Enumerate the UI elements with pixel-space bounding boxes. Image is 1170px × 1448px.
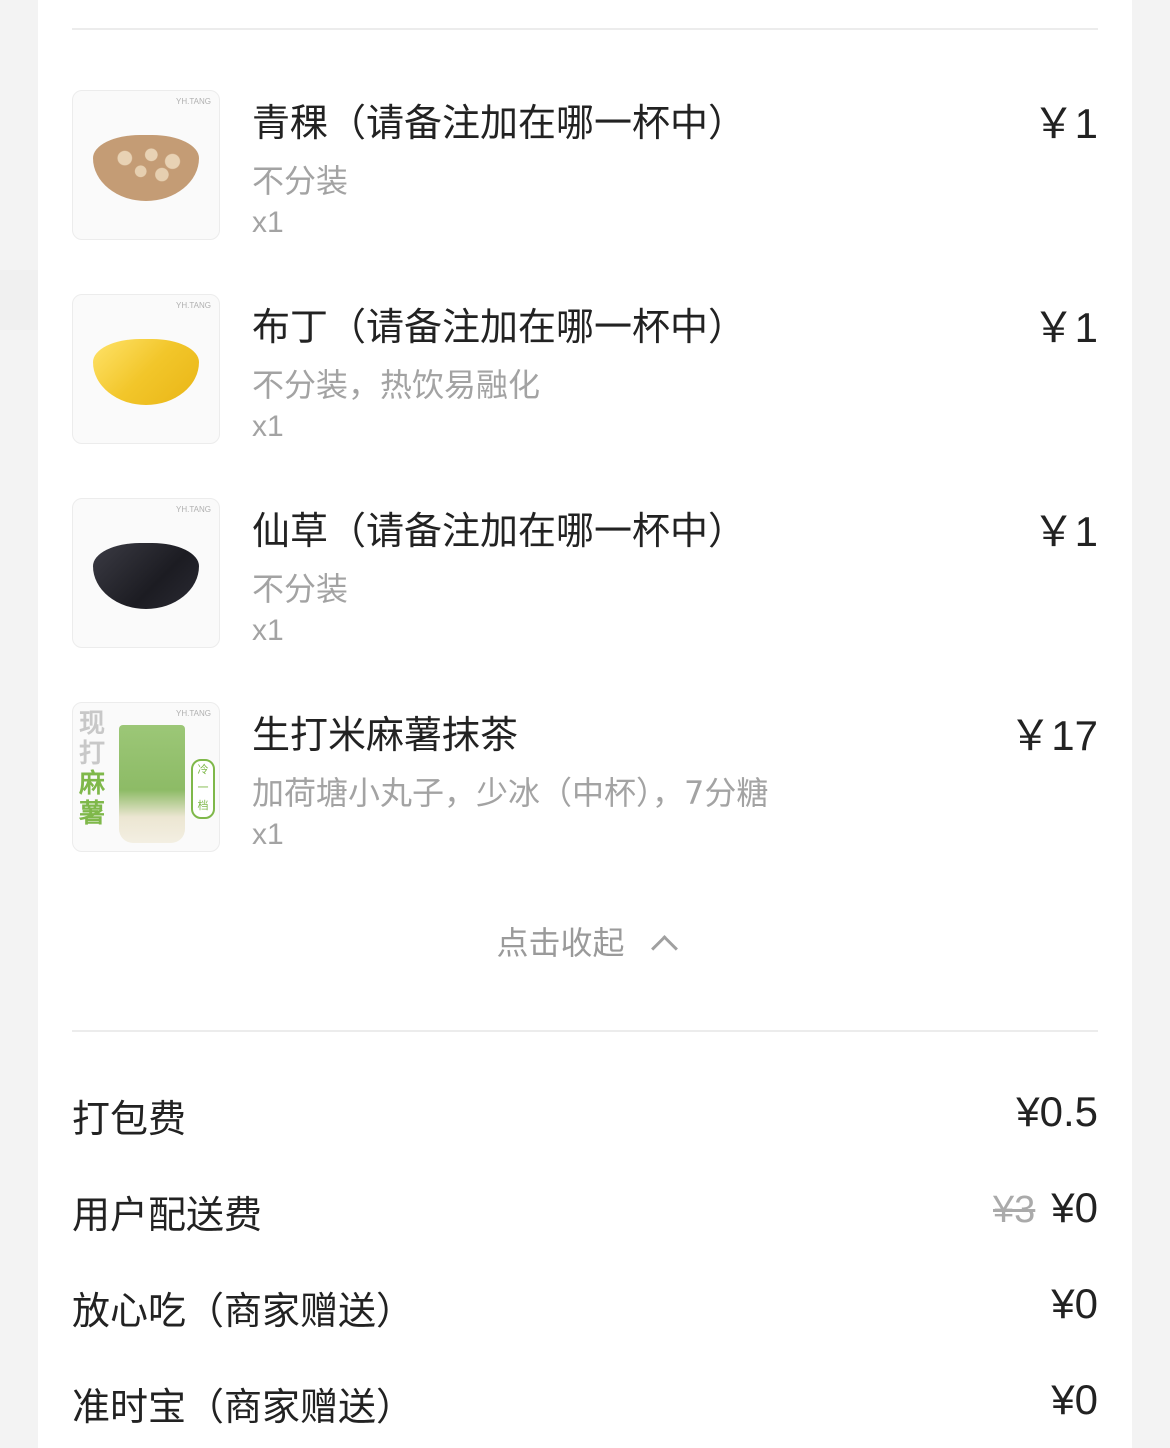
thumb-badge: 冷一档: [191, 759, 215, 819]
fee-value-group: ¥3 ¥0: [993, 1184, 1098, 1232]
item-price: ￥1: [1032, 508, 1098, 555]
barley-bowl-image: [93, 135, 199, 201]
section-divider: [72, 1030, 1098, 1032]
item-quantity: x1: [252, 818, 284, 851]
order-item: YH.TANG 布丁（请备注加在哪一杯中） 不分装，热饮易融化 x1 ￥1: [72, 294, 1098, 454]
item-spec: 不分装，热饮易融化: [252, 366, 541, 404]
fee-row-packaging: 打包费 ¥0.5: [72, 1088, 1098, 1148]
thumb-char: 现: [79, 709, 106, 739]
order-item: YH.TANG 现 打 麻 薯 冷一档 生打米麻薯抹茶 加荷塘小丸子，少冰（中杯…: [72, 702, 1098, 862]
fee-value: ¥0: [1051, 1280, 1098, 1327]
fee-value: ¥0.5: [1016, 1088, 1098, 1135]
fee-label: 准时宝（商家赠送）: [72, 1385, 415, 1429]
thumb-brand: YH.TANG: [176, 505, 211, 514]
item-quantity: x1: [252, 614, 284, 647]
chevron-up-icon: [650, 935, 678, 962]
grass-jelly-bowl-image: [93, 543, 199, 609]
item-quantity: x1: [252, 206, 284, 239]
thumb-brand: YH.TANG: [176, 709, 211, 718]
collapse-label: 点击收起: [496, 924, 625, 962]
order-detail-card: YH.TANG 青稞（请备注加在哪一杯中） 不分装 x1 ￥1 YH.TANG …: [38, 0, 1132, 1448]
item-quantity: x1: [252, 410, 284, 443]
fee-label: 用户配送费: [72, 1193, 263, 1237]
fee-row-delivery: 用户配送费 ¥3 ¥0: [72, 1184, 1098, 1244]
fee-row-on-time: 准时宝（商家赠送） ¥0: [72, 1376, 1098, 1436]
thumb-char: 打: [79, 739, 106, 769]
thumb-brand: YH.TANG: [176, 301, 211, 310]
order-item: YH.TANG 仙草（请备注加在哪一杯中） 不分装 x1 ￥1: [72, 498, 1098, 658]
thumb-vertical-text: 现 打 麻 薯: [79, 709, 109, 829]
pudding-bowl-image: [93, 339, 199, 405]
thumb-brand: YH.TANG: [176, 97, 211, 106]
item-spec: 不分装: [252, 162, 349, 200]
item-thumbnail: YH.TANG: [72, 90, 220, 240]
fee-label: 打包费: [72, 1097, 187, 1141]
item-name: 布丁（请备注加在哪一杯中）: [252, 305, 747, 349]
item-price: ￥17: [1009, 712, 1098, 759]
item-thumbnail: YH.TANG: [72, 294, 220, 444]
item-name: 青稞（请备注加在哪一杯中）: [252, 101, 747, 145]
thumb-char: 麻: [79, 769, 106, 799]
collapse-button[interactable]: 点击收起: [38, 918, 1132, 962]
thumb-char: 薯: [79, 799, 106, 829]
item-name: 仙草（请备注加在哪一杯中）: [252, 509, 747, 553]
item-price: ￥1: [1032, 304, 1098, 351]
order-item: YH.TANG 青稞（请备注加在哪一杯中） 不分装 x1 ￥1: [72, 90, 1098, 250]
item-name: 生打米麻薯抹茶: [252, 713, 519, 757]
top-divider: [72, 28, 1098, 30]
fee-row-food-safety: 放心吃（商家赠送） ¥0: [72, 1280, 1098, 1340]
fee-original-price: ¥3: [993, 1189, 1036, 1231]
item-spec: 不分装: [252, 570, 349, 608]
fee-value: ¥0: [1051, 1184, 1098, 1231]
item-thumbnail: YH.TANG: [72, 498, 220, 648]
item-price: ￥1: [1032, 100, 1098, 147]
thumb-badge-text: 冷一档: [197, 763, 209, 812]
adjacent-card-edge: [0, 270, 38, 330]
item-thumbnail: YH.TANG 现 打 麻 薯 冷一档: [72, 702, 220, 852]
matcha-cup-image: [119, 725, 185, 843]
item-spec: 加荷塘小丸子，少冰（中杯），7分糖: [252, 774, 769, 812]
fee-label: 放心吃（商家赠送）: [72, 1289, 415, 1333]
fee-value: ¥0: [1051, 1376, 1098, 1423]
